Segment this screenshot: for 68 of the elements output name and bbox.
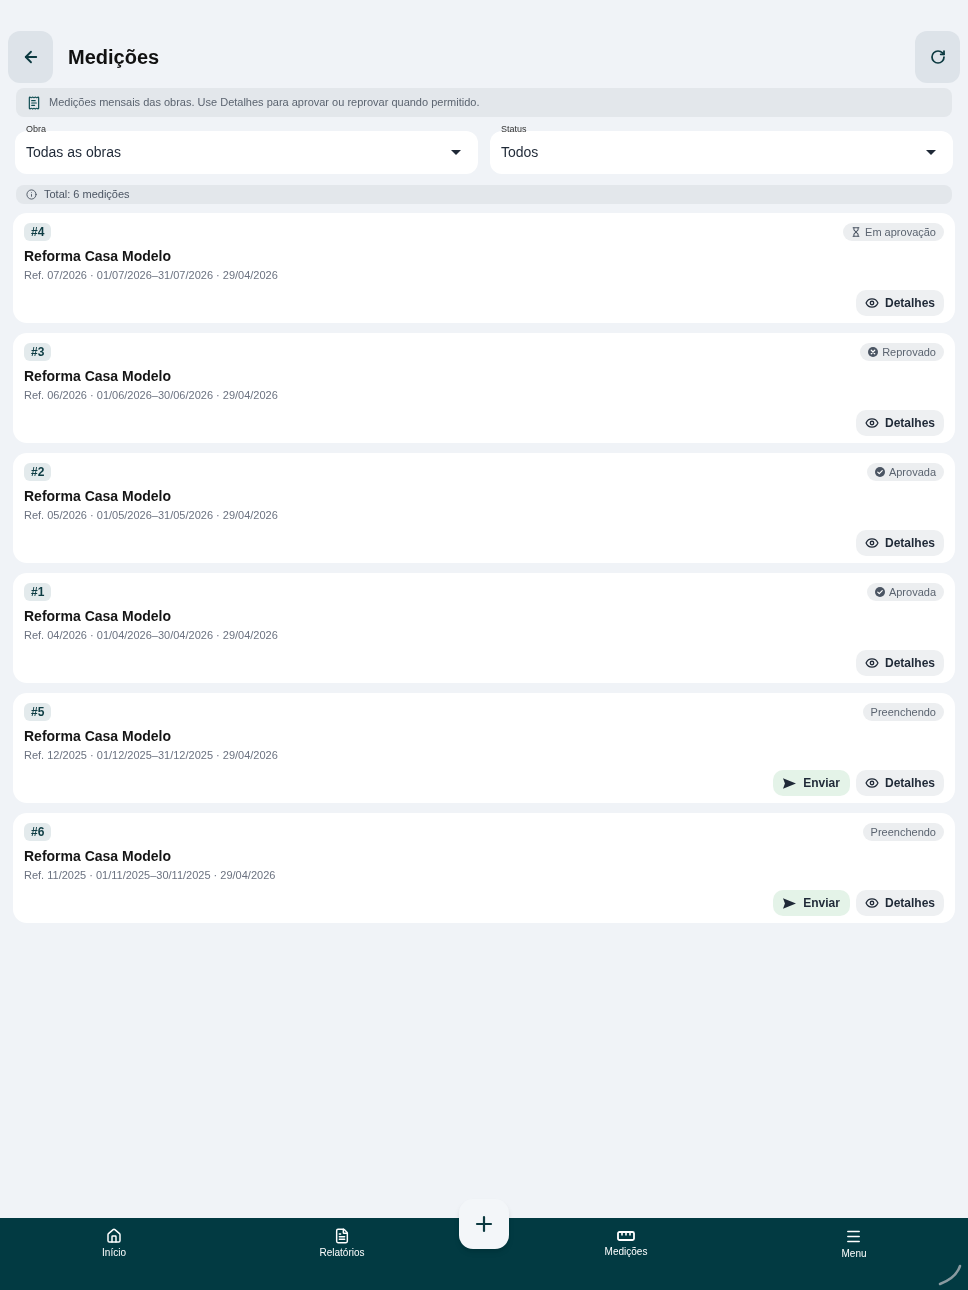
eye-icon bbox=[864, 416, 879, 430]
details-button[interactable]: Detalhes bbox=[855, 890, 944, 916]
total-count: Total: 6 medições bbox=[44, 187, 130, 203]
status-label: Preenchendo bbox=[870, 704, 936, 720]
add-button[interactable] bbox=[459, 1199, 509, 1249]
info-text: Medições mensais das obras. Use Detalhes para aprovar ou reprovar quando permitido. bbox=[49, 95, 480, 111]
send-button[interactable]: Enviar bbox=[773, 890, 850, 916]
eye-icon bbox=[864, 656, 879, 670]
status-label: Aprovada bbox=[888, 584, 936, 600]
status-label: Em aprovação bbox=[865, 224, 936, 240]
status-label: Preenchendo bbox=[870, 824, 936, 840]
hourglass-icon bbox=[851, 227, 862, 237]
check-circle-icon bbox=[874, 587, 885, 597]
card-title: Reforma Casa Modelo bbox=[24, 368, 173, 385]
refresh-button[interactable] bbox=[915, 31, 960, 83]
ruler-icon bbox=[617, 1230, 635, 1241]
home-icon bbox=[106, 1228, 122, 1244]
nav-tab[interactable]: Relatórios bbox=[319, 1228, 365, 1258]
eye-icon bbox=[864, 536, 879, 550]
field-label: Status bbox=[501, 125, 528, 134]
card-details: Ref. 06/2026 · 01/06/2026–30/06/2026 · 29/04/2026 bbox=[24, 388, 279, 402]
resize-corner-icon bbox=[938, 1264, 962, 1286]
send-icon bbox=[783, 897, 797, 909]
card-details: Ref. 05/2026 · 01/05/2026–31/05/2026 · 29/04/2026 bbox=[24, 508, 279, 522]
card-details: Ref. 04/2026 · 01/04/2026–30/04/2026 · 29/04/2026 bbox=[24, 628, 279, 642]
details-button[interactable]: Detalhes bbox=[855, 650, 944, 676]
details-button[interactable]: Detalhes bbox=[855, 770, 944, 796]
eye-icon bbox=[864, 296, 879, 310]
send-icon bbox=[783, 777, 797, 789]
eye-icon bbox=[864, 896, 879, 910]
menu-icon bbox=[845, 1228, 863, 1245]
measurement-number: #4 bbox=[24, 223, 52, 241]
dropdown-select[interactable]: Todas as obras bbox=[15, 131, 478, 174]
x-circle-icon bbox=[868, 347, 879, 357]
measurement-number: #2 bbox=[24, 463, 52, 481]
card-details: Ref. 12/2025 · 01/12/2025–31/12/2025 · 29/04/2026 bbox=[24, 748, 279, 762]
card-title: Reforma Casa Modelo bbox=[24, 248, 173, 265]
status-label: Aprovada bbox=[888, 464, 936, 480]
send-button[interactable]: Enviar bbox=[773, 770, 850, 796]
measurement-number: #5 bbox=[24, 703, 52, 721]
card-title: Reforma Casa Modelo bbox=[24, 488, 173, 505]
card-title: Reforma Casa Modelo bbox=[24, 608, 173, 625]
dropdown-caret-icon bbox=[926, 150, 936, 155]
card-title: Reforma Casa Modelo bbox=[24, 728, 173, 745]
measurement-number: #1 bbox=[24, 583, 52, 601]
status-label: Reprovado bbox=[882, 344, 936, 360]
back-button[interactable] bbox=[8, 31, 53, 83]
measurement-number: #6 bbox=[24, 823, 52, 841]
card-title: Reforma Casa Modelo bbox=[24, 848, 173, 865]
info-icon bbox=[26, 189, 37, 200]
refresh-icon bbox=[929, 49, 946, 65]
nav-tab[interactable]: Medições bbox=[604, 1228, 648, 1258]
field-label: Obra bbox=[26, 125, 47, 134]
check-circle-icon bbox=[874, 467, 885, 477]
nav-tab[interactable]: Menu bbox=[841, 1228, 867, 1258]
details-button[interactable]: Detalhes bbox=[855, 290, 944, 316]
card-details: Ref. 11/2025 · 01/11/2025–30/11/2025 · 29/04/2026 bbox=[24, 868, 277, 882]
eye-icon bbox=[864, 776, 879, 790]
dropdown-caret-icon bbox=[451, 150, 461, 155]
measurement-number: #3 bbox=[24, 343, 52, 361]
document-icon bbox=[334, 1228, 350, 1244]
card-details: Ref. 07/2026 · 01/07/2026–31/07/2026 · 29/04/2026 bbox=[24, 268, 279, 282]
details-button[interactable]: Detalhes bbox=[855, 410, 944, 436]
document-icon bbox=[27, 95, 41, 110]
dropdown-select[interactable]: Todos bbox=[490, 131, 953, 174]
details-button[interactable]: Detalhes bbox=[855, 530, 944, 556]
nav-tab[interactable]: Início bbox=[102, 1228, 126, 1258]
page-title: Medições bbox=[68, 45, 160, 70]
